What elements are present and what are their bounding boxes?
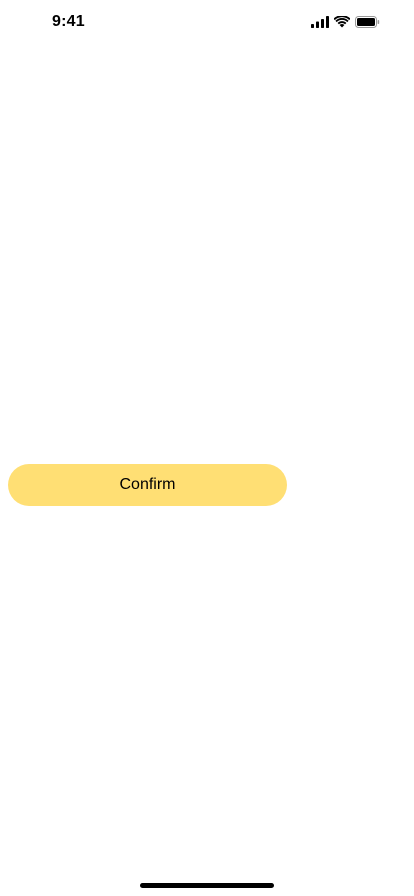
confirm-button[interactable]: Confirm (8, 464, 287, 506)
status-bar: 9:41 (0, 0, 414, 44)
cellular-signal-icon (311, 16, 329, 28)
wifi-icon (334, 16, 350, 28)
home-indicator[interactable] (140, 883, 274, 888)
status-time: 9:41 (52, 13, 85, 30)
status-icons (311, 15, 380, 29)
app-screen: 9:41 Confirm (0, 0, 414, 896)
battery-icon (355, 16, 380, 28)
